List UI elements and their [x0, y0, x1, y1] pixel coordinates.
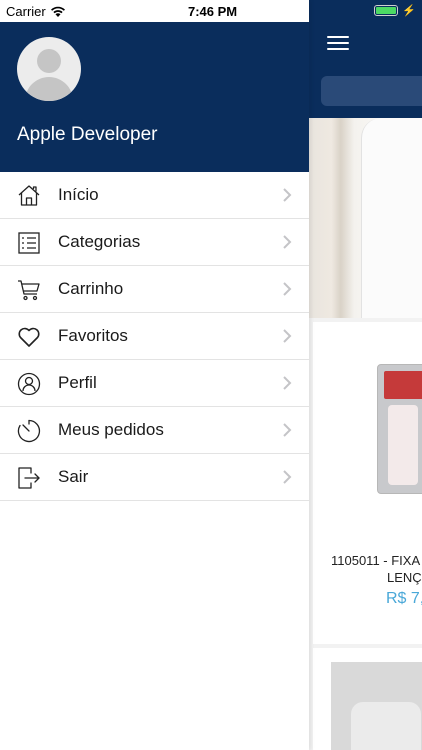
chevron-right-icon	[283, 470, 292, 484]
home-icon	[18, 185, 40, 206]
menu-item-label: Meus pedidos	[58, 420, 164, 439]
menu-item-favoritos[interactable]: Favoritos	[0, 313, 309, 360]
image-placeholder	[331, 662, 422, 750]
menu-item-perfil[interactable]: Perfil	[0, 360, 309, 407]
menu-item-label: Perfil	[58, 373, 97, 392]
carrier-info: Carrier	[6, 4, 66, 19]
camera-icon	[351, 702, 421, 750]
side-drawer: Carrier 7:46 PM Apple Developer Início C…	[0, 0, 309, 750]
carrier-label: Carrier	[6, 4, 46, 19]
product-card[interactable]: 1105011 - FIXA LENÇ R$ 7,	[313, 322, 422, 644]
menu-item-carrinho[interactable]: Carrinho	[0, 266, 309, 313]
list-icon	[18, 232, 40, 254]
battery-icon	[374, 5, 399, 16]
charging-icon: ⚡	[402, 5, 416, 17]
chevron-right-icon	[283, 329, 292, 343]
menu-item-meus-pedidos[interactable]: Meus pedidos	[0, 407, 309, 454]
product-name-line2: LENÇ	[387, 570, 422, 585]
menu-item-inicio[interactable]: Início	[0, 172, 309, 219]
menu-item-categorias[interactable]: Categorias	[0, 219, 309, 266]
cart-icon	[18, 280, 40, 301]
wifi-icon	[50, 6, 65, 17]
product-name: 1105011 - FIXA	[331, 553, 421, 568]
background-app: ⚡ 1105011 - FIXA LENÇ R$ 7,	[309, 0, 422, 750]
search-bar[interactable]	[321, 76, 422, 106]
status-time: 7:46 PM	[188, 4, 238, 19]
status-bar: Carrier 7:46 PM	[0, 0, 309, 22]
banner-image[interactable]	[309, 118, 422, 318]
logout-icon	[18, 467, 40, 489]
menu-item-label: Categorias	[58, 232, 141, 251]
avatar[interactable]	[17, 37, 81, 101]
menu-item-label: Início	[58, 185, 99, 204]
chevron-right-icon	[283, 376, 292, 390]
menu-item-label: Sair	[58, 467, 89, 486]
product-card-placeholder[interactable]	[313, 648, 422, 750]
product-image	[377, 364, 422, 494]
status-right: ⚡	[374, 4, 416, 17]
chevron-right-icon	[283, 188, 292, 202]
menu-item-sair[interactable]: Sair	[0, 454, 309, 501]
chevron-right-icon	[283, 282, 292, 296]
user-icon	[17, 372, 41, 396]
chevron-right-icon	[283, 423, 292, 437]
hamburger-menu-icon[interactable]	[327, 36, 349, 50]
drawer-header: Apple Developer	[0, 22, 309, 172]
chevron-right-icon	[283, 235, 292, 249]
heart-icon	[18, 327, 40, 347]
timer-icon	[17, 419, 41, 443]
menu-item-label: Carrinho	[58, 279, 124, 298]
user-name: Apple Developer	[17, 124, 158, 145]
product-price: R$ 7,	[386, 590, 422, 607]
background-navbar: ⚡	[309, 0, 422, 118]
drawer-menu: Início Categorias Carrinho Favoritos Per…	[0, 172, 309, 501]
menu-item-label: Favoritos	[58, 326, 128, 345]
